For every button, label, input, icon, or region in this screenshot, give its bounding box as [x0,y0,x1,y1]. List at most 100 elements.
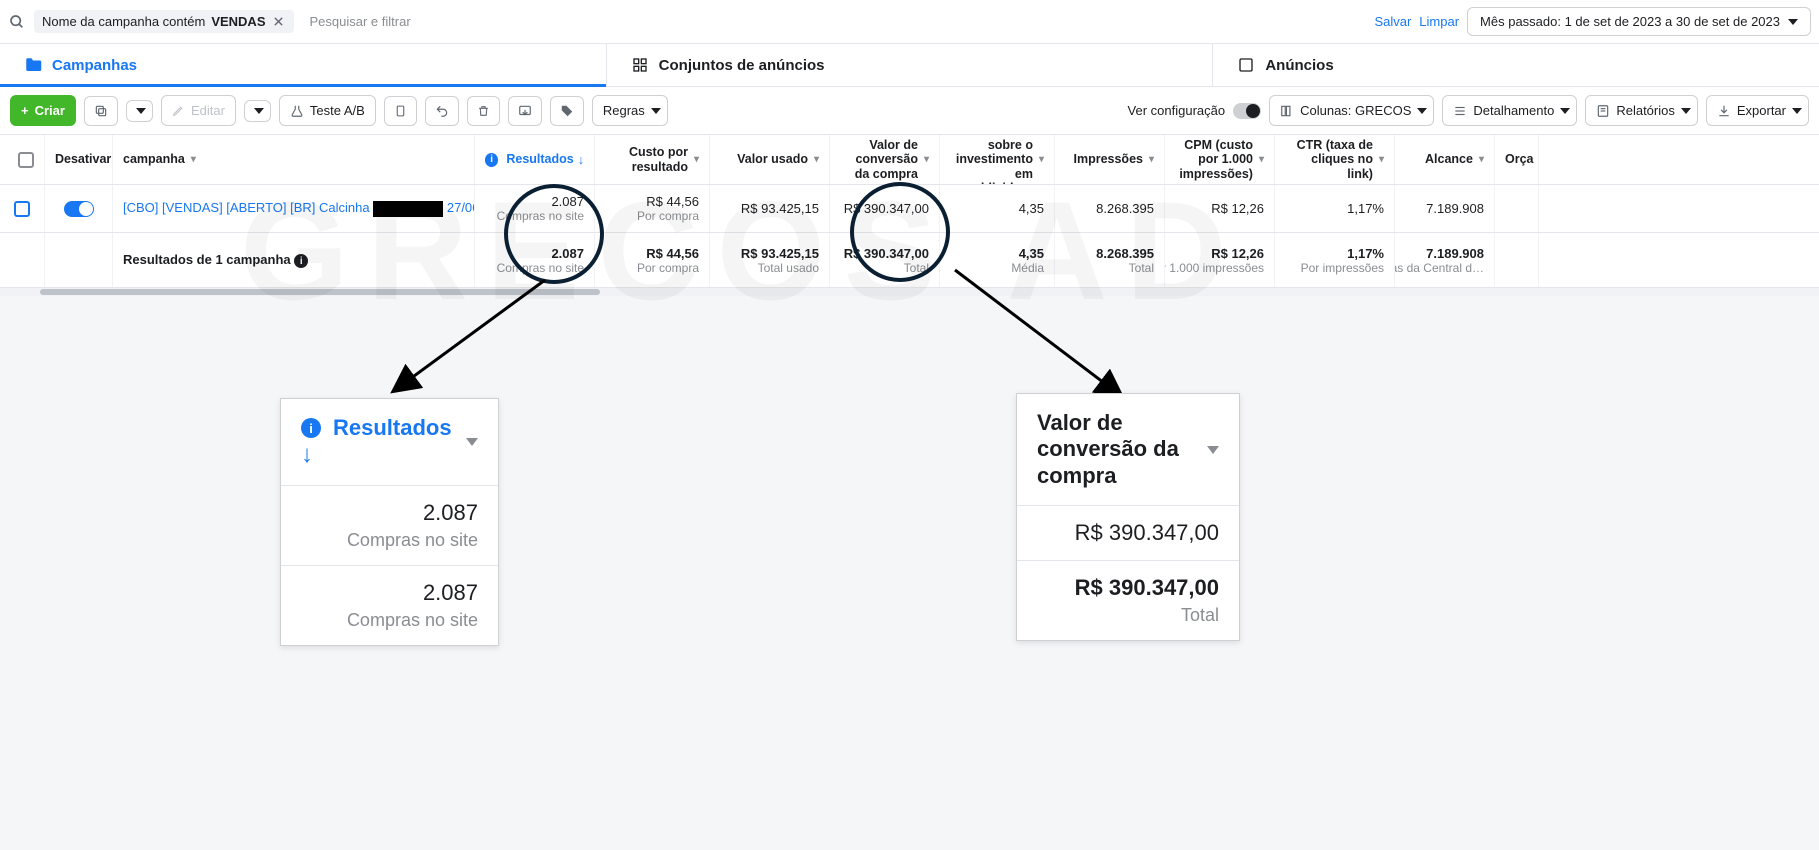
columns-button[interactable]: Colunas: GRECOS [1269,95,1434,126]
button-label: Colunas: GRECOS [1300,103,1411,118]
campaigns-table: Desativar campanha ▾ i Resultados ↓ Cust… [0,135,1819,296]
date-range-label: Mês passado: 1 de set de 2023 a 30 de se… [1480,14,1780,29]
duplicate-button[interactable] [84,96,118,126]
header-roas[interactable]: Retorno sobre o investimento em publicid… [940,135,1055,184]
tab-label: Anúncios [1265,57,1333,74]
tab-adsets[interactable]: Conjuntos de anúncios [607,44,1214,86]
button-label: Relatórios [1616,103,1675,118]
footer-spend: R$ 93.425,15 Total usado [710,233,830,287]
filter-chip-prefix: Nome da campanha contém [42,14,205,29]
callout-value: R$ 390.347,00 [1037,520,1219,546]
row-checkbox[interactable] [0,185,45,232]
header-cpm[interactable]: CPM (custo por 1.000 impressões)▾ [1165,135,1275,184]
footer-reach: 7.189.908 contas da Central d… [1395,233,1495,287]
header-ctr[interactable]: CTR (taxa de cliques no link)▾ [1275,135,1395,184]
button-label: Regras [603,103,645,118]
horizontal-scrollbar[interactable] [0,288,1819,296]
footer-cpr: R$ 44,56 Por compra [595,233,710,287]
tab-label: Campanhas [52,57,137,74]
search-input[interactable]: Pesquisar e filtrar [302,14,1367,29]
tag-button[interactable] [550,96,584,126]
export-data-button[interactable] [508,96,542,126]
caret-down-icon [651,108,661,114]
caret-down-icon [254,108,264,114]
reports-button[interactable]: Relatórios [1585,95,1698,126]
footer-conv: R$ 390.347,00 Total [830,233,940,287]
entity-tabs: Campanhas Conjuntos de anúncios Anúncios [0,44,1819,87]
scrollbar-thumb[interactable] [40,289,600,295]
callout-value: R$ 390.347,00 [1037,575,1219,601]
footer-impr: 8.268.395 Total [1055,233,1165,287]
header-campaign[interactable]: campanha ▾ [113,135,475,184]
info-icon: i [485,153,498,167]
clear-filters-link[interactable]: Limpar [1419,14,1459,29]
caret-down-icon [1207,446,1219,454]
caret-down-icon [136,108,146,114]
cell-conv: R$ 390.347,00 [830,185,940,232]
copy-button[interactable] [384,96,417,126]
toolbar: + Criar Editar Teste A/B Regras Ver conf… [0,87,1819,135]
header-checkbox[interactable] [0,135,45,184]
cell-cpr: R$ 44,56 Por compra [595,185,710,232]
date-range-picker[interactable]: Mês passado: 1 de set de 2023 a 30 de se… [1467,7,1811,36]
campaign-name[interactable]: [CBO] [VENDAS] [ABERTO] [BR] Calcinha 27… [113,185,475,232]
table-footer: Resultados de 1 campanha i 2.087 Compras… [0,233,1819,288]
ad-icon [1237,56,1255,74]
cell-reach: 7.189.908 [1395,185,1495,232]
export-button[interactable]: Exportar [1706,95,1809,126]
header-impressions[interactable]: Impressões▾ [1055,135,1165,184]
callout-value: 2.087 [301,500,478,526]
info-icon[interactable]: i [294,254,308,268]
row-toggle[interactable] [45,185,113,232]
sort-desc-icon: ↓ [578,153,584,167]
cell-impressions: 8.268.395 [1055,185,1165,232]
cell-spend: R$ 93.425,15 [710,185,830,232]
cell-ctr: 1,17% [1275,185,1395,232]
caret-down-icon [1560,108,1570,114]
rules-button[interactable]: Regras [592,95,668,126]
view-config-toggle[interactable] [1233,103,1261,119]
button-label: Exportar [1737,103,1786,118]
header-reach[interactable]: Alcance▾ [1395,135,1495,184]
close-icon[interactable] [272,15,286,29]
redacted [373,201,443,217]
footer-roas: 4,35 Média [940,233,1055,287]
caret-down-icon [1792,108,1802,114]
filter-chip-value: VENDAS [211,14,265,29]
header-amount-spent[interactable]: Valor usado▾ [710,135,830,184]
undo-button[interactable] [425,96,459,126]
breakdown-button[interactable]: Detalhamento [1442,95,1577,126]
cell-budget [1495,185,1539,232]
header-conversion-value[interactable]: Valor de conversão da compra▾ [830,135,940,184]
footer-ctr: 1,17% Por impressões [1275,233,1395,287]
header-results[interactable]: i Resultados ↓ [475,135,595,184]
filter-chip-campaign-name[interactable]: Nome da campanha contém VENDAS [34,10,294,33]
tab-ads[interactable]: Anúncios [1213,44,1819,86]
callout-sub: Compras no site [301,610,478,631]
delete-button[interactable] [467,96,500,126]
callout-conversion-value: Valor de conversão da compra R$ 390.347,… [1016,393,1240,641]
caret-down-icon [466,438,478,446]
abtest-button[interactable]: Teste A/B [279,95,376,126]
save-filters-link[interactable]: Salvar [1374,14,1411,29]
edit-button[interactable]: Editar [161,95,236,126]
tab-campaigns[interactable]: Campanhas [0,44,607,86]
callout-title: Valor de conversão da compra [1037,410,1197,489]
edit-dropdown[interactable] [244,100,271,122]
header-cost-per-result[interactable]: Custo por resultado▾ [595,135,710,184]
header-toggle[interactable]: Desativar [45,135,113,184]
callout-results: i Resultados ↓ 2.087 Compras no site 2.0… [280,398,499,646]
create-button[interactable]: + Criar [10,95,76,126]
callout-value: 2.087 [301,580,478,606]
header-budget[interactable]: Orça [1495,135,1539,184]
info-icon: i [301,418,321,438]
grid-icon [631,56,649,74]
callout-sub: Compras no site [301,530,478,551]
button-label: Editar [191,103,225,118]
button-label: Detalhamento [1473,103,1554,118]
table-row[interactable]: [CBO] [VENDAS] [ABERTO] [BR] Calcinha 27… [0,185,1819,233]
table-header: Desativar campanha ▾ i Resultados ↓ Cust… [0,135,1819,185]
duplicate-dropdown[interactable] [126,100,153,122]
plus-icon: + [21,103,29,118]
sort-icon: ▾ [191,154,196,165]
